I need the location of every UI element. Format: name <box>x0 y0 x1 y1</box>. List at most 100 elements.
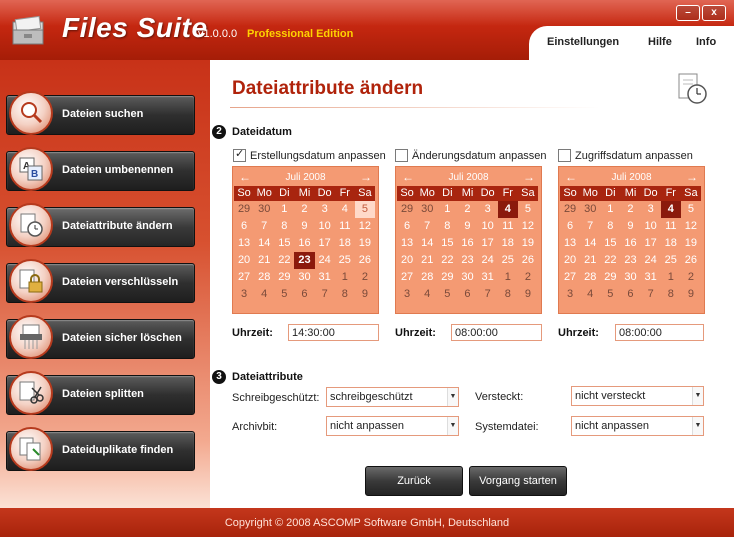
calendar-day[interactable]: 26 <box>681 252 701 269</box>
calendar-day[interactable]: 5 <box>600 286 620 303</box>
calendar-day[interactable]: 6 <box>620 286 640 303</box>
hidden-select[interactable]: nicht versteckt ▼ <box>571 386 704 406</box>
calendar-day[interactable]: 8 <box>498 286 518 303</box>
calendar-day[interactable]: 10 <box>478 218 498 235</box>
calendar-day[interactable]: 28 <box>254 269 274 286</box>
calendar-day[interactable]: 6 <box>397 218 417 235</box>
calendar-day[interactable]: 1 <box>437 201 457 218</box>
calendar-day[interactable]: 16 <box>457 235 477 252</box>
calendar-day[interactable]: 7 <box>478 286 498 303</box>
calendar-day[interactable]: 21 <box>254 252 274 269</box>
calendar-day[interactable]: 8 <box>661 286 681 303</box>
start-button[interactable]: Vorgang starten <box>469 466 567 496</box>
sidebar-item-rename[interactable]: AB Dateien umbenennen <box>6 147 195 191</box>
calendar-day[interactable]: 1 <box>661 269 681 286</box>
calendar-day[interactable]: 12 <box>355 218 375 235</box>
calendar-day[interactable]: 10 <box>641 218 661 235</box>
next-month-arrow-icon[interactable]: → <box>686 171 698 183</box>
calendar-day[interactable]: 31 <box>315 269 335 286</box>
calendar-day[interactable]: 29 <box>560 201 580 218</box>
modified-date-checkbox[interactable] <box>395 149 408 162</box>
calendar-day[interactable]: 16 <box>294 235 314 252</box>
calendar-day[interactable]: 7 <box>315 286 335 303</box>
calendar-day[interactable]: 3 <box>315 201 335 218</box>
calendar-day[interactable]: 5 <box>518 201 538 218</box>
calendar-day[interactable]: 7 <box>254 218 274 235</box>
calendar-day[interactable]: 24 <box>641 252 661 269</box>
calendar-day[interactable]: 10 <box>315 218 335 235</box>
calendar-day[interactable]: 5 <box>354 201 375 218</box>
calendar-day[interactable]: 1 <box>274 201 294 218</box>
calendar-day[interactable]: 4 <box>335 201 355 218</box>
calendar-day[interactable]: 8 <box>437 218 457 235</box>
calendar-day[interactable]: 30 <box>294 269 314 286</box>
sidebar-item-split[interactable]: Dateien splitten <box>6 371 195 415</box>
calendar-day[interactable]: 4 <box>417 286 437 303</box>
calendar-day[interactable]: 2 <box>681 269 701 286</box>
calendar-day[interactable]: 8 <box>600 218 620 235</box>
calendar-day[interactable]: 4 <box>254 286 274 303</box>
calendar-day[interactable]: 22 <box>600 252 620 269</box>
calendar-day[interactable]: 27 <box>234 269 254 286</box>
sidebar-item-attributes[interactable]: Dateiattribute ändern <box>6 203 195 247</box>
calendar-day[interactable]: 13 <box>560 235 580 252</box>
system-select[interactable]: nicht anpassen ▼ <box>571 416 704 436</box>
calendar-day[interactable]: 4 <box>660 201 681 218</box>
calendar-day[interactable]: 7 <box>417 218 437 235</box>
calendar-day[interactable]: 24 <box>478 252 498 269</box>
calendar-day[interactable]: 11 <box>498 218 518 235</box>
calendar-day[interactable]: 9 <box>620 218 640 235</box>
calendar-day[interactable]: 11 <box>335 218 355 235</box>
calendar-day[interactable]: 3 <box>478 201 498 218</box>
calendar-day[interactable]: 13 <box>397 235 417 252</box>
calendar-day[interactable]: 14 <box>254 235 274 252</box>
calendar-day[interactable]: 13 <box>234 235 254 252</box>
calendar-day[interactable]: 19 <box>518 235 538 252</box>
calendar-day[interactable]: 2 <box>294 201 314 218</box>
calendar-day[interactable]: 6 <box>560 218 580 235</box>
modified-date-calendar[interactable]: ← Juli 2008 → So Mo Di Mi Do Fr Sa 29 30 1 2 3 4 5 6 7… <box>395 166 542 314</box>
calendar-day[interactable]: 15 <box>274 235 294 252</box>
calendar-day[interactable]: 5 <box>681 201 701 218</box>
calendar-day[interactable]: 1 <box>498 269 518 286</box>
calendar-day[interactable]: 23 <box>294 252 315 269</box>
calendar-day[interactable]: 29 <box>600 269 620 286</box>
close-button[interactable]: x <box>702 5 726 21</box>
calendar-day[interactable]: 7 <box>641 286 661 303</box>
calendar-day[interactable]: 27 <box>397 269 417 286</box>
calendar-day[interactable]: 3 <box>234 286 254 303</box>
calendar-day[interactable]: 18 <box>661 235 681 252</box>
calendar-day[interactable]: 9 <box>681 286 701 303</box>
calendar-day[interactable]: 29 <box>234 201 254 218</box>
calendar-day[interactable]: 30 <box>254 201 274 218</box>
calendar-day[interactable]: 25 <box>335 252 355 269</box>
next-month-arrow-icon[interactable]: → <box>360 171 372 183</box>
calendar-day[interactable]: 23 <box>457 252 477 269</box>
calendar-day[interactable]: 19 <box>355 235 375 252</box>
calendar-day[interactable]: 25 <box>498 252 518 269</box>
calendar-day[interactable]: 24 <box>315 252 335 269</box>
calendar-day[interactable]: 3 <box>560 286 580 303</box>
calendar-day[interactable]: 20 <box>560 252 580 269</box>
calendar-day[interactable]: 3 <box>641 201 661 218</box>
calendar-day[interactable]: 2 <box>518 269 538 286</box>
calendar-day[interactable]: 30 <box>580 201 600 218</box>
calendar-day[interactable]: 25 <box>661 252 681 269</box>
calendar-day[interactable]: 28 <box>417 269 437 286</box>
next-month-arrow-icon[interactable]: → <box>523 171 535 183</box>
archive-select[interactable]: nicht anpassen ▼ <box>326 416 459 436</box>
calendar-day[interactable]: 4 <box>497 201 518 218</box>
calendar-day[interactable]: 22 <box>274 252 294 269</box>
menu-settings[interactable]: Einstellungen <box>547 36 619 48</box>
calendar-day[interactable]: 30 <box>417 201 437 218</box>
calendar-day[interactable]: 9 <box>294 218 314 235</box>
calendar-day[interactable]: 8 <box>274 218 294 235</box>
calendar-day[interactable]: 18 <box>335 235 355 252</box>
calendar-day[interactable]: 29 <box>274 269 294 286</box>
calendar-day[interactable]: 7 <box>580 218 600 235</box>
calendar-day[interactable]: 2 <box>457 201 477 218</box>
calendar-day[interactable]: 17 <box>478 235 498 252</box>
calendar-day[interactable]: 29 <box>437 269 457 286</box>
creation-date-checkbox[interactable] <box>233 147 246 162</box>
calendar-day[interactable]: 11 <box>661 218 681 235</box>
